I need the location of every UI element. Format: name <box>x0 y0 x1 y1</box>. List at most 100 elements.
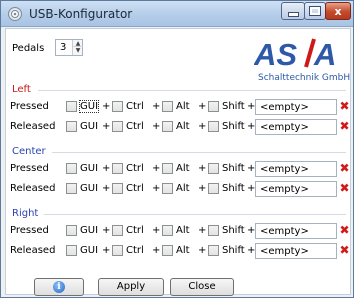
shift-label[interactable]: Shift <box>222 101 245 112</box>
ctrl-label[interactable]: Ctrl <box>126 225 144 236</box>
ctrl-checkbox[interactable] <box>112 183 123 194</box>
alt-checkbox[interactable] <box>162 245 173 256</box>
plus-separator: + <box>198 225 207 236</box>
info-icon: i <box>53 281 65 293</box>
apply-button[interactable]: Apply <box>98 278 164 296</box>
stepper-up-icon[interactable]: ▲ <box>73 40 83 47</box>
shift-checkbox[interactable] <box>208 225 219 236</box>
ctrl-label[interactable]: Ctrl <box>126 183 144 194</box>
close-icon: x <box>334 4 342 18</box>
binding-row: Pressed GUI + Ctrl + Alt + Shift + <empty> ✖ <box>6 222 352 240</box>
row-label: Released <box>10 121 56 132</box>
alt-label[interactable]: Alt <box>176 121 190 132</box>
plus-separator: + <box>198 183 207 194</box>
binding-row: Pressed GUI + Ctrl + Alt + Shift + <empty> ✖ <box>6 98 352 116</box>
gui-label[interactable]: GUI <box>80 225 98 236</box>
shift-label[interactable]: Shift <box>222 245 245 256</box>
gui-checkbox[interactable] <box>66 121 77 132</box>
key-input[interactable]: <empty> <box>255 223 337 239</box>
minimize-button[interactable] <box>281 2 305 20</box>
clear-icon[interactable]: ✖ <box>339 100 350 113</box>
key-input[interactable]: <empty> <box>255 161 337 177</box>
ctrl-checkbox[interactable] <box>112 101 123 112</box>
key-value: <empty> <box>260 246 309 257</box>
alt-checkbox[interactable] <box>162 225 173 236</box>
key-input[interactable]: <empty> <box>255 181 337 197</box>
main-panel: Pedals 3 ▲ ▼ AS A Schalttechnik GmbH Lef… <box>5 28 352 296</box>
maximize-icon <box>310 7 320 15</box>
close-button[interactable]: Close <box>170 278 234 296</box>
alt-checkbox[interactable] <box>162 121 173 132</box>
shift-label[interactable]: Shift <box>222 183 245 194</box>
gui-checkbox[interactable] <box>66 101 77 112</box>
shift-checkbox[interactable] <box>208 245 219 256</box>
pedals-stepper[interactable]: 3 ▲ ▼ <box>55 39 83 56</box>
gui-label[interactable]: GUI <box>80 245 98 256</box>
plus-separator: + <box>102 101 111 112</box>
clear-icon[interactable]: ✖ <box>339 182 350 195</box>
key-input[interactable]: <empty> <box>255 99 337 115</box>
ctrl-checkbox[interactable] <box>112 225 123 236</box>
row-label: Pressed <box>10 101 49 112</box>
ctrl-checkbox[interactable] <box>112 245 123 256</box>
plus-separator: + <box>102 245 111 256</box>
alt-label[interactable]: Alt <box>176 245 190 256</box>
gui-checkbox[interactable] <box>66 183 77 194</box>
plus-separator: + <box>102 121 111 132</box>
gui-checkbox[interactable] <box>66 163 77 174</box>
ctrl-label[interactable]: Ctrl <box>126 101 144 112</box>
alt-label[interactable]: Alt <box>176 101 190 112</box>
shift-label[interactable]: Shift <box>222 163 245 174</box>
gui-label[interactable]: GUI <box>80 183 98 194</box>
gui-label[interactable]: GUI <box>80 121 98 132</box>
shift-checkbox[interactable] <box>208 163 219 174</box>
plus-separator: + <box>152 121 161 132</box>
ctrl-checkbox[interactable] <box>112 163 123 174</box>
key-input[interactable]: <empty> <box>255 119 337 135</box>
key-input[interactable]: <empty> <box>255 243 337 259</box>
alt-label[interactable]: Alt <box>176 163 190 174</box>
binding-row: Pressed GUI + Ctrl + Alt + Shift + <empty> ✖ <box>6 160 352 178</box>
shift-checkbox[interactable] <box>208 183 219 194</box>
plus-separator: + <box>102 225 111 236</box>
alt-checkbox[interactable] <box>162 183 173 194</box>
shift-label[interactable]: Shift <box>222 225 245 236</box>
alt-label[interactable]: Alt <box>176 225 190 236</box>
clear-icon[interactable]: ✖ <box>339 120 350 133</box>
stepper-down-icon[interactable]: ▼ <box>73 47 83 54</box>
gui-label[interactable]: GUI <box>78 100 100 113</box>
gui-label[interactable]: GUI <box>80 163 98 174</box>
pedals-label: Pedals <box>12 43 45 54</box>
clear-icon[interactable]: ✖ <box>339 244 350 257</box>
ctrl-label[interactable]: Ctrl <box>126 163 144 174</box>
gui-checkbox[interactable] <box>66 245 77 256</box>
ctrl-label[interactable]: Ctrl <box>126 121 144 132</box>
ctrl-checkbox[interactable] <box>112 121 123 132</box>
alt-checkbox[interactable] <box>162 101 173 112</box>
section-divider <box>44 214 346 215</box>
shift-label[interactable]: Shift <box>222 121 245 132</box>
clear-icon[interactable]: ✖ <box>339 162 350 175</box>
plus-separator: + <box>152 225 161 236</box>
clear-icon[interactable]: ✖ <box>339 224 350 237</box>
plus-separator: + <box>152 183 161 194</box>
gui-checkbox[interactable] <box>66 225 77 236</box>
pedals-value[interactable]: 3 <box>60 42 66 53</box>
minimize-icon <box>288 12 298 16</box>
alt-checkbox[interactable] <box>162 163 173 174</box>
shift-checkbox[interactable] <box>208 101 219 112</box>
section-title: Center <box>12 146 46 157</box>
title-bar[interactable]: USB-Konfigurator x <box>1 1 353 27</box>
app-window: USB-Konfigurator x Pedals 3 ▲ ▼ AS A Sch… <box>0 0 354 298</box>
maximize-button[interactable] <box>304 2 326 20</box>
close-window-button[interactable]: x <box>325 2 351 20</box>
section-header: Left <box>12 84 346 96</box>
shift-checkbox[interactable] <box>208 121 219 132</box>
plus-separator: + <box>102 163 111 174</box>
alt-label[interactable]: Alt <box>176 183 190 194</box>
plus-separator: + <box>198 163 207 174</box>
binding-row: Released GUI + Ctrl + Alt + Shift + <empty> ✖ <box>6 242 352 260</box>
ctrl-label[interactable]: Ctrl <box>126 245 144 256</box>
info-button[interactable]: i <box>34 278 84 296</box>
row-label: Released <box>10 245 56 256</box>
